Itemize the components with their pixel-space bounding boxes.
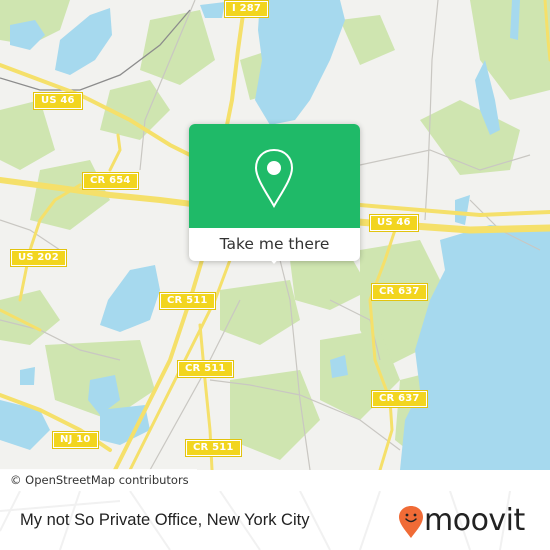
road-shield-cr637: CR 637 [371,390,428,408]
moovit-smiley-pin-icon [399,506,423,538]
road-shield-nj10: NJ 10 [52,431,99,449]
road-shield-us46: US 46 [33,92,83,110]
road-shield-cr511: CR 511 [177,360,234,378]
moovit-wordmark: moovit [424,503,525,538]
road-shield-cr637: CR 637 [371,283,428,301]
road-shield-us46: US 46 [369,214,419,232]
map-view[interactable]: I 287 US 46 CR 654 US 46 US 202 CR 511 C… [0,0,550,470]
popup-pointer [265,254,283,264]
moovit-logo[interactable]: moovit [398,503,538,539]
map-pin-icon [254,148,294,209]
popup-header[interactable] [189,124,360,228]
road-shield-cr511: CR 511 [185,439,242,457]
destination-popup[interactable]: Take me there [189,124,360,264]
map-attribution[interactable]: © OpenStreetMap contributors [0,469,197,491]
footer-bar: My not So Private Office, New York City … [0,491,550,550]
place-name: My not So Private Office, New York City [20,511,310,529]
road-shield-i287: I 287 [223,0,270,18]
road-shield-us202: US 202 [10,249,67,267]
road-shield-cr654: CR 654 [82,172,139,190]
road-shield-cr511: CR 511 [159,292,216,310]
